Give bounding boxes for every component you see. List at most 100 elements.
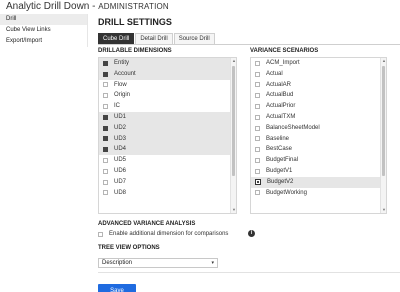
- sidebar-item-cube-view-links[interactable]: Cube View Links: [0, 25, 88, 36]
- list-item-label: UD3: [114, 135, 127, 142]
- checkbox[interactable]: [103, 114, 108, 120]
- checkbox[interactable]: [255, 168, 260, 174]
- list-item-label: BudgetV1: [266, 167, 293, 174]
- list-item-label: UD1: [114, 113, 127, 120]
- list-item[interactable]: IC: [99, 101, 236, 112]
- list-item[interactable]: BudgetV2: [251, 176, 386, 188]
- checkbox[interactable]: [103, 125, 108, 131]
- list-item[interactable]: ActualTXM: [251, 112, 386, 123]
- app-title-text: Analytic Drill Down: [6, 1, 90, 12]
- checkbox[interactable]: [103, 190, 108, 196]
- checkbox[interactable]: [255, 125, 260, 131]
- checkbox[interactable]: [103, 82, 108, 88]
- list-item[interactable]: UD4: [99, 144, 236, 156]
- checkbox[interactable]: [103, 147, 108, 153]
- vertical-scrollbar[interactable]: ▲ ▼: [230, 58, 236, 213]
- checkbox[interactable]: [255, 147, 260, 153]
- list-item[interactable]: UD1: [99, 111, 236, 123]
- checkbox[interactable]: [103, 179, 108, 185]
- additional-dimension-label: Enable additional dimension for comparis…: [109, 231, 229, 237]
- drillable-dimensions-list[interactable]: Entity Account Flow Origin IC UD1 UD2 UD3 UD4 UD5…: [98, 57, 237, 214]
- list-item-label: UD2: [114, 124, 127, 131]
- tab-divider: [98, 44, 400, 45]
- sidebar-item-drill[interactable]: Drill: [0, 14, 88, 25]
- checkbox[interactable]: [103, 60, 108, 66]
- sidebar-item-export-import[interactable]: Export/Import: [0, 36, 88, 47]
- tree-view-select[interactable]: Description ▾: [98, 258, 218, 268]
- vertical-scrollbar[interactable]: ▲ ▼: [380, 58, 386, 213]
- main-panel: DRILL SETTINGS Cube Drill Detail Drill Sou…: [98, 14, 400, 292]
- list-item-label: Account: [114, 70, 136, 77]
- checkbox[interactable]: [255, 158, 260, 164]
- scroll-down-icon[interactable]: ▼: [381, 207, 386, 213]
- tab-cube-drill[interactable]: Cube Drill: [98, 33, 135, 44]
- list-item-label: UD4: [114, 146, 127, 153]
- scroll-down-icon[interactable]: ▼: [231, 207, 236, 213]
- list-item[interactable]: ActualAR: [251, 80, 386, 91]
- list-item[interactable]: UD2: [99, 122, 236, 134]
- list-item-label: BudgetFinal: [266, 157, 299, 164]
- scrollbar-thumb[interactable]: [382, 66, 385, 176]
- list-item[interactable]: BalanceSheetModel: [251, 123, 386, 134]
- list-item-label: Origin: [114, 92, 131, 99]
- checkbox[interactable]: [103, 104, 108, 110]
- additional-dimension-option[interactable]: Enable additional dimension for comparis…: [98, 231, 228, 237]
- page-title: DRILL SETTINGS: [98, 17, 172, 27]
- app-title: Analytic Drill Down - ADMINISTRATION: [6, 1, 169, 12]
- list-item[interactable]: ActualBud: [251, 90, 386, 101]
- checkbox[interactable]: [103, 93, 108, 99]
- list-item[interactable]: Account: [99, 68, 236, 80]
- tree-view-heading: TREE VIEW OPTIONS: [98, 245, 160, 251]
- tab-detail-drill[interactable]: Detail Drill: [135, 33, 173, 44]
- checkbox[interactable]: [255, 93, 260, 99]
- list-item[interactable]: ACM_Import: [251, 58, 386, 69]
- list-item[interactable]: BestCase: [251, 144, 386, 155]
- checkbox[interactable]: [255, 190, 260, 196]
- list-item-label: UD7: [114, 178, 127, 185]
- list-item[interactable]: UD5: [99, 155, 236, 166]
- list-item-label: BudgetV2: [267, 178, 294, 185]
- scroll-up-icon[interactable]: ▲: [381, 58, 386, 64]
- list-item[interactable]: BudgetWorking: [251, 188, 386, 199]
- tab-source-drill[interactable]: Source Drill: [173, 33, 215, 44]
- checkbox[interactable]: [255, 136, 260, 142]
- list-item[interactable]: Baseline: [251, 134, 386, 145]
- sidebar: Drill Cube View Links Export/Import: [0, 14, 88, 292]
- list-item[interactable]: UD3: [99, 133, 236, 145]
- list-item[interactable]: Actual: [251, 69, 386, 80]
- checkbox[interactable]: [255, 60, 260, 66]
- list-item[interactable]: UD8: [99, 188, 236, 199]
- advanced-variance-heading: ADVANCED VARIANCE ANALYSIS: [98, 221, 196, 227]
- checkbox[interactable]: [103, 158, 108, 164]
- checkbox[interactable]: [255, 104, 260, 110]
- checkbox[interactable]: [103, 136, 108, 142]
- list-item-label: BalanceSheetModel: [266, 124, 320, 131]
- list-item-label: ActualTXM: [266, 113, 296, 120]
- app-title-separator: -: [89, 1, 99, 12]
- scroll-up-icon[interactable]: ▲: [231, 58, 236, 64]
- list-item[interactable]: BudgetV1: [251, 166, 386, 177]
- list-item[interactable]: UD7: [99, 177, 236, 188]
- list-item[interactable]: Entity: [99, 58, 236, 69]
- save-button[interactable]: Save: [98, 284, 136, 292]
- list-item-label: Actual: [266, 70, 283, 77]
- checkbox[interactable]: [255, 179, 261, 186]
- list-item[interactable]: ActualPrior: [251, 101, 386, 112]
- checkbox[interactable]: [103, 168, 108, 174]
- additional-dimension-checkbox[interactable]: [98, 231, 103, 237]
- list-item[interactable]: Flow: [99, 80, 236, 91]
- variance-scenarios-list[interactable]: ACM_Import Actual ActualAR ActualBud ActualP…: [250, 57, 387, 214]
- scrollbar-thumb[interactable]: [232, 66, 235, 176]
- list-item[interactable]: BudgetFinal: [251, 155, 386, 166]
- app-subtitle: ADMINISTRATION: [98, 2, 169, 11]
- list-item[interactable]: UD6: [99, 166, 236, 177]
- tab-bar: Cube Drill Detail Drill Source Drill: [98, 33, 216, 44]
- checkbox[interactable]: [103, 71, 108, 77]
- list-item[interactable]: Origin: [99, 90, 236, 101]
- checkbox[interactable]: [255, 114, 260, 120]
- checkbox[interactable]: [255, 71, 260, 77]
- info-icon[interactable]: i: [248, 230, 255, 237]
- list-item-label: Flow: [114, 81, 127, 88]
- list-item-label: UD6: [114, 167, 127, 174]
- checkbox[interactable]: [255, 82, 260, 88]
